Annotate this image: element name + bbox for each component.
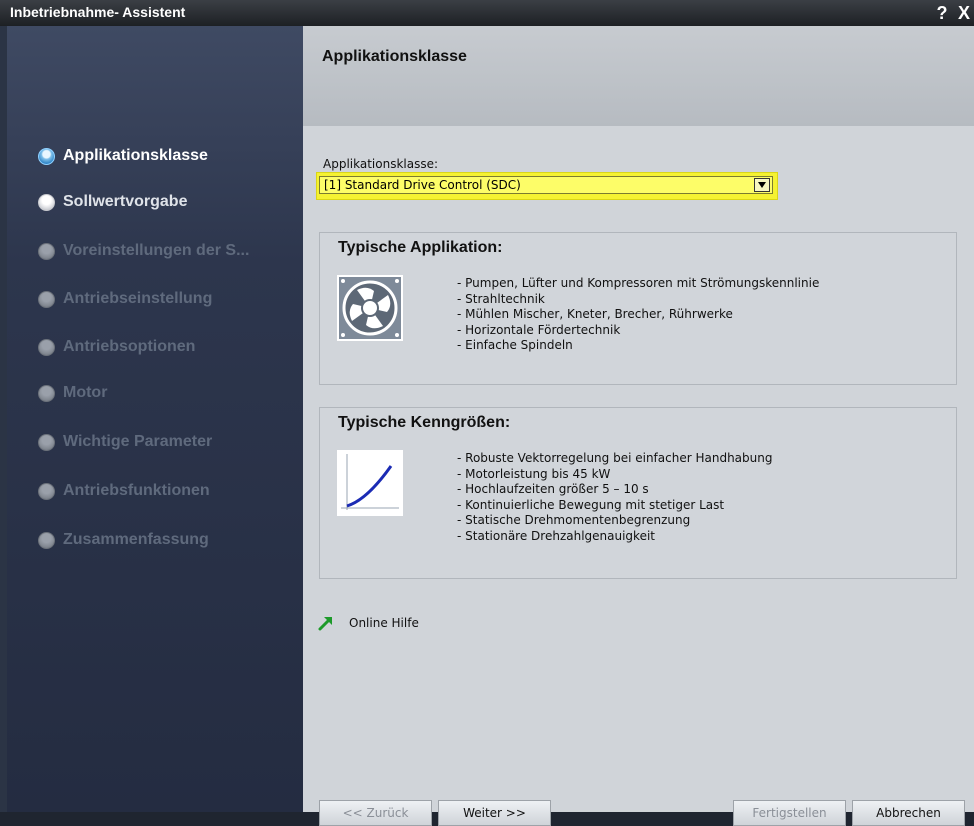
step-antriebsoptionen: Antriebsoptionen <box>38 334 195 360</box>
list-item: Motorleistung bis 45 kW <box>457 467 772 483</box>
step-label: Voreinstellungen der S... <box>63 242 250 259</box>
step-antriebsfunktionen: Antriebsfunktionen <box>38 478 210 504</box>
step-visited-icon <box>38 193 55 211</box>
curve-graph-icon <box>337 450 403 516</box>
help-button[interactable]: ? <box>931 3 953 23</box>
list-item: Stationäre Drehzahlgenauigkeit <box>457 529 772 545</box>
step-disabled-icon <box>38 384 55 402</box>
close-button[interactable]: X <box>953 3 974 23</box>
list-item: Kontinuierliche Bewegung mit stetiger La… <box>457 498 772 514</box>
typical-parameters-title: Typische Kenngrößen: <box>338 414 511 431</box>
list-item: Strahltechnik <box>457 292 819 308</box>
step-sollwertvorgabe[interactable]: Sollwertvorgabe <box>38 189 187 215</box>
online-help-label: Online Hilfe <box>349 616 419 630</box>
application-class-dropdown[interactable]: [1] Standard Drive Control (SDC) <box>319 176 773 194</box>
page-title: Applikationsklasse <box>322 48 467 65</box>
step-label: Antriebsoptionen <box>63 338 196 355</box>
finish-button[interactable]: Fertigstellen <box>733 800 846 826</box>
list-item: Mühlen Mischer, Kneter, Brecher, Rührwer… <box>457 307 819 323</box>
typical-parameters-group: Typische Kenngrößen: Robuste Vektorregel… <box>319 407 957 579</box>
chevron-down-icon[interactable] <box>754 178 770 192</box>
content-panel: Applikationsklasse Applikationsklasse: [… <box>303 26 974 826</box>
step-label: Applikationsklasse <box>63 147 208 164</box>
step-label: Wichtige Parameter <box>63 433 213 450</box>
list-item: Hochlaufzeiten größer 5 – 10 s <box>457 482 772 498</box>
step-label: Antriebseinstellung <box>63 290 213 307</box>
online-help-link[interactable]: Online Hilfe <box>317 614 419 632</box>
wizard-window: Inbetriebnahme- Assistent ? X Applikatio… <box>0 0 974 826</box>
step-antriebseinstellung: Antriebseinstellung <box>38 286 212 312</box>
step-disabled-icon <box>38 338 55 356</box>
typical-application-group: Typische Applikation: Pumpen, Lüfter und… <box>319 232 957 385</box>
step-label: Antriebsfunktionen <box>63 482 210 499</box>
back-button[interactable]: << Zurück <box>319 800 432 826</box>
application-class-highlight: [1] Standard Drive Control (SDC) <box>317 173 777 199</box>
step-disabled-icon <box>38 482 55 500</box>
application-class-value: [1] Standard Drive Control (SDC) <box>324 178 521 192</box>
step-label: Motor <box>63 384 108 401</box>
step-label: Sollwertvorgabe <box>63 193 188 210</box>
step-motor: Motor <box>38 380 107 406</box>
list-item: Einfache Spindeln <box>457 338 819 354</box>
step-disabled-icon <box>38 433 55 451</box>
list-item: Pumpen, Lüfter und Kompressoren mit Strö… <box>457 276 819 292</box>
title-bar: Inbetriebnahme- Assistent ? X <box>0 0 974 26</box>
fan-icon <box>337 275 403 341</box>
step-active-icon <box>38 147 55 165</box>
cancel-button[interactable]: Abbrechen <box>852 800 965 826</box>
step-wichtige-parameter: Wichtige Parameter <box>38 429 212 455</box>
list-item: Statische Drehmomentenbegrenzung <box>457 513 772 529</box>
step-applikationsklasse[interactable]: Applikationsklasse <box>38 143 208 169</box>
arrow-up-right-icon <box>318 617 332 631</box>
list-item: Robuste Vektorregelung bei einfacher Han… <box>457 451 772 467</box>
list-item: Horizontale Fördertechnik <box>457 323 819 339</box>
next-button[interactable]: Weiter >> <box>438 800 551 826</box>
content-header: Applikationsklasse <box>303 26 974 126</box>
window-title: Inbetriebnahme- Assistent <box>10 4 186 20</box>
step-disabled-icon <box>38 242 55 260</box>
typical-application-list: Pumpen, Lüfter und Kompressoren mit Strö… <box>457 276 819 354</box>
step-disabled-icon <box>38 531 55 549</box>
typical-parameters-list: Robuste Vektorregelung bei einfacher Han… <box>457 451 772 544</box>
application-class-label: Applikationsklasse: <box>323 157 439 171</box>
wizard-steps-sidebar: Applikationsklasse Sollwertvorgabe Vorei… <box>7 26 303 812</box>
step-voreinstellungen: Voreinstellungen der S... <box>38 238 249 264</box>
step-label: Zusammenfassung <box>63 531 209 548</box>
typical-application-title: Typische Applikation: <box>338 239 503 256</box>
step-disabled-icon <box>38 290 55 308</box>
step-zusammenfassung: Zusammenfassung <box>38 527 209 553</box>
